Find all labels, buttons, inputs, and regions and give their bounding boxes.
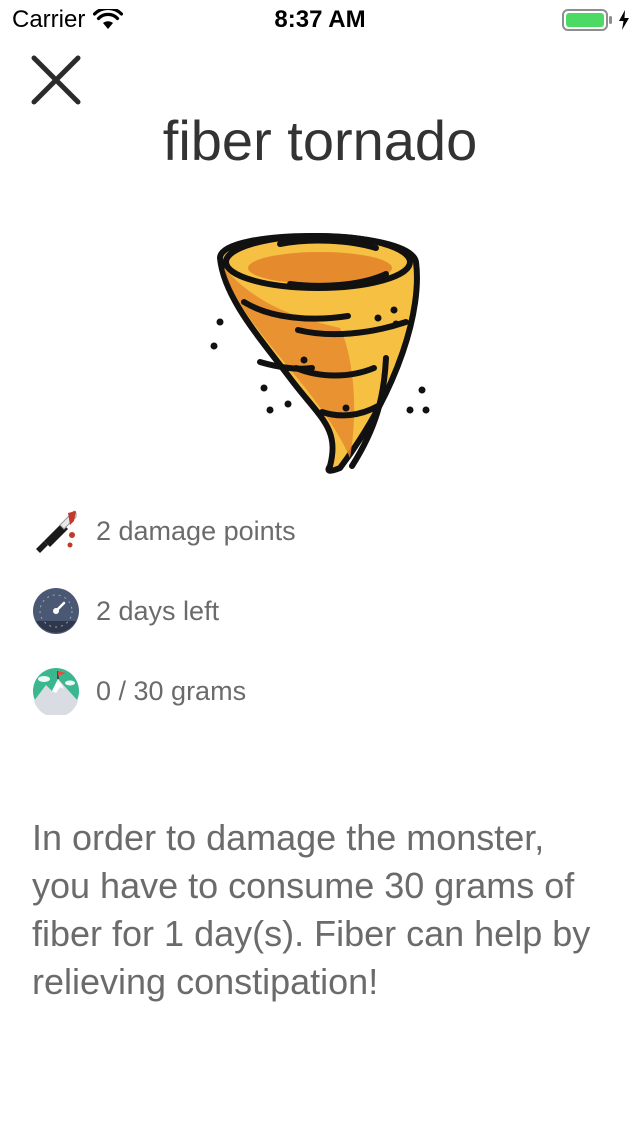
battery-icon xyxy=(562,9,612,31)
close-button[interactable] xyxy=(28,52,84,108)
stat-damage-label: 2 damage points xyxy=(96,515,296,546)
description-text: In order to damage the monster, you have… xyxy=(32,817,591,1002)
mountain-flag-icon xyxy=(33,668,79,715)
tornado-icon xyxy=(210,233,430,474)
stat-damage: 2 damage points xyxy=(32,506,296,556)
status-right xyxy=(562,8,630,32)
stat-days: 2 days left xyxy=(32,586,219,636)
dagger-icon xyxy=(36,510,77,553)
page-title: fiber tornado xyxy=(162,109,478,172)
stat-grams-label: 0 / 30 grams xyxy=(96,675,247,706)
clock-icon xyxy=(33,588,79,634)
close-icon xyxy=(31,55,81,105)
stat-days-label: 2 days left xyxy=(96,595,220,626)
status-bar: Carrier 8:37 AM xyxy=(0,0,640,40)
status-time: 8:37 AM xyxy=(274,6,366,33)
charging-bolt-icon xyxy=(619,10,629,30)
stat-grams: 0 / 30 grams xyxy=(32,666,246,716)
